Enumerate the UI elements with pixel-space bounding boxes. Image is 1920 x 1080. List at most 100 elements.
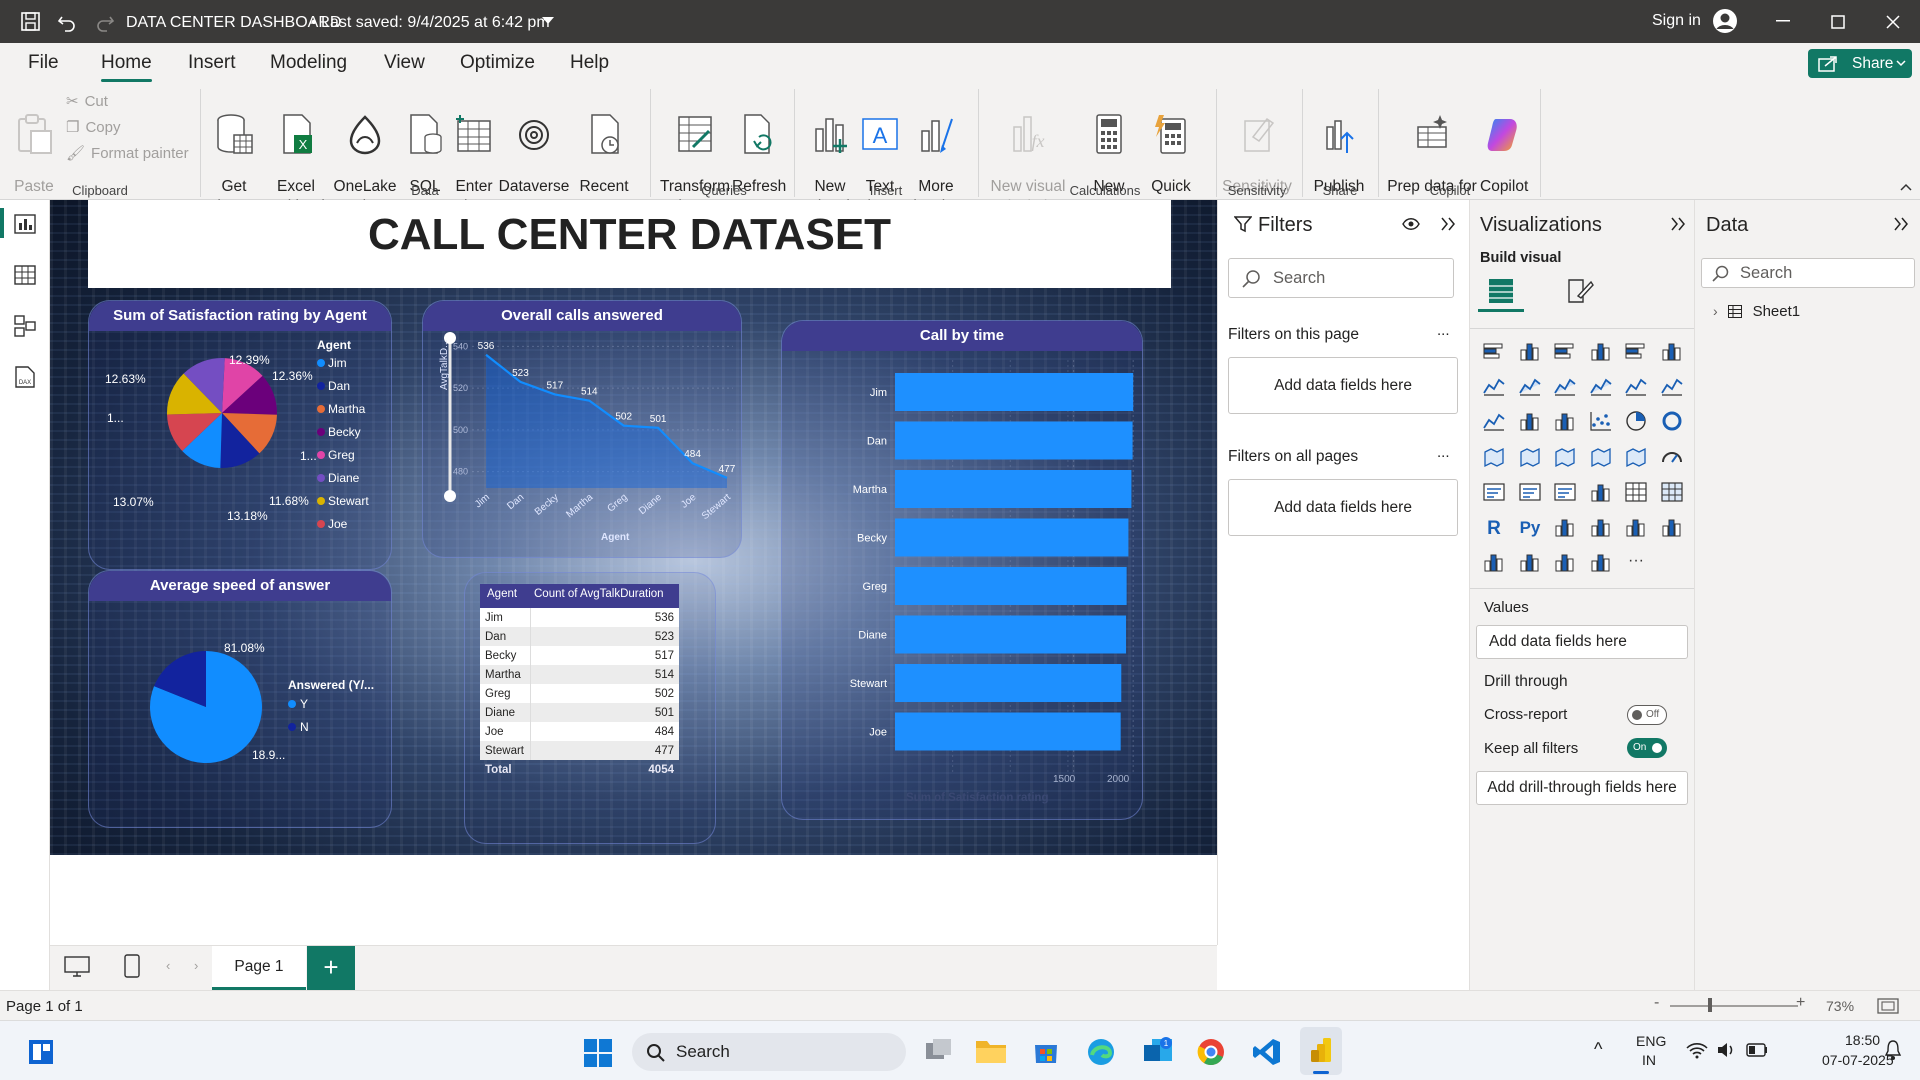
bar-jim[interactable] (895, 373, 1134, 411)
power-automate-icon[interactable] (1589, 551, 1613, 573)
100-stacked-bar-icon[interactable] (1624, 340, 1648, 362)
new-visual-button[interactable]: New visual (804, 93, 856, 217)
drill-through-drop-well[interactable]: Add drill-through fields here (1476, 771, 1688, 805)
gauge-icon[interactable] (1660, 446, 1684, 468)
col-header-agent[interactable]: Agent (480, 584, 530, 608)
menu-optimize[interactable]: Optimize (460, 52, 535, 74)
legend-item-jim[interactable]: Jim (317, 356, 369, 379)
maximize-icon[interactable] (1831, 15, 1845, 29)
bar-dan[interactable] (895, 421, 1133, 460)
line-icon[interactable] (1482, 375, 1506, 397)
new-measure-button[interactable]: New measure (1078, 93, 1140, 217)
smart-narrative-icon[interactable] (1660, 516, 1684, 538)
enter-data-button[interactable]: Enter data (450, 93, 498, 217)
next-page-icon[interactable]: › (194, 958, 198, 973)
values-drop-well[interactable]: Add data fields here (1476, 625, 1688, 659)
outlook-icon[interactable]: 1 (1142, 1035, 1174, 1067)
keep-filters-toggle[interactable]: On (1627, 738, 1667, 758)
store-icon[interactable] (1032, 1037, 1060, 1065)
cut-button[interactable]: ✂ Cut (66, 92, 108, 110)
language-code[interactable]: ENG (1636, 1033, 1666, 1049)
matrix-icon[interactable] (1660, 481, 1684, 503)
area-icon[interactable] (1518, 375, 1542, 397)
decomposition-tree-icon[interactable] (1589, 516, 1613, 538)
get-data-button[interactable]: Get data ˅ (206, 93, 262, 217)
clock-time[interactable]: 18:50 (1845, 1032, 1880, 1048)
treemap-icon[interactable] (1482, 446, 1506, 468)
legend-item-n[interactable]: N (288, 720, 309, 743)
stacked-area-icon[interactable] (1553, 375, 1577, 397)
chrome-icon[interactable] (1196, 1037, 1226, 1067)
more-options-icon[interactable]: ... (1437, 322, 1450, 339)
add-page-button[interactable]: + (307, 946, 355, 990)
table-sheet1[interactable]: › Sheet1 (1713, 303, 1800, 325)
bar-greg[interactable] (895, 567, 1127, 605)
menu-view[interactable]: View (384, 52, 425, 74)
notification-bell-icon[interactable] (1884, 1039, 1902, 1061)
tray-chevron-icon[interactable]: ^ (1594, 1039, 1602, 1060)
edge-icon[interactable] (1086, 1037, 1116, 1067)
close-icon[interactable] (1886, 15, 1900, 29)
power-bi-taskbar-button[interactable] (1300, 1027, 1342, 1075)
report-view-icon[interactable] (14, 214, 36, 234)
power-apps-icon[interactable] (1553, 551, 1577, 573)
table-row[interactable]: Becky 517 (480, 646, 679, 665)
minimize-icon[interactable] (1776, 20, 1790, 22)
filters-search-input[interactable]: Search (1228, 258, 1454, 298)
prep-data-ai-button[interactable]: Prep data for AI (1384, 93, 1480, 217)
card-icon[interactable] (1482, 481, 1506, 503)
agent-table[interactable]: Agent Count of AvgTalkDuration Jim 536 Dan… (480, 584, 679, 780)
bar-joe[interactable] (895, 712, 1121, 751)
zoom-out-button[interactable]: - (1654, 994, 1659, 1012)
scatter-icon[interactable] (1589, 410, 1613, 432)
python-script-icon[interactable]: Py (1518, 516, 1542, 538)
dataverse-button[interactable]: Dataverse (498, 93, 570, 197)
col-header-count[interactable]: Count of AvgTalkDuration (530, 584, 679, 608)
widgets-icon[interactable] (28, 1039, 54, 1065)
menu-modeling[interactable]: Modeling (270, 52, 347, 74)
zoom-in-button[interactable]: + (1796, 994, 1805, 1012)
collapse-pane-icon[interactable] (1670, 216, 1686, 232)
table-row[interactable]: Joe 484 (480, 722, 679, 741)
model-view-icon[interactable] (14, 315, 36, 337)
zoom-slider-thumb[interactable] (1708, 998, 1712, 1012)
stacked-bar-icon[interactable] (1482, 340, 1506, 362)
windows-start-icon[interactable] (584, 1039, 612, 1067)
legend-item-martha[interactable]: Martha (317, 402, 369, 425)
clock-date[interactable]: 07-07-2025 (1822, 1052, 1894, 1068)
ribbon-icon[interactable] (1482, 410, 1506, 432)
legend-item-diane[interactable]: Diane (317, 471, 369, 494)
clustered-column-icon[interactable] (1589, 340, 1613, 362)
table-view-icon[interactable] (14, 265, 36, 285)
chevron-down-icon[interactable] (542, 17, 554, 25)
copy-button[interactable]: ❐ Copy (66, 118, 120, 136)
table-row[interactable]: Diane 501 (480, 703, 679, 722)
collapse-pane-icon[interactable] (1440, 216, 1456, 232)
legend-item-y[interactable]: Y (288, 697, 309, 720)
sql-server-button[interactable]: SQL Server (400, 93, 450, 217)
filled-map-icon[interactable] (1553, 446, 1577, 468)
account-icon[interactable] (1712, 8, 1738, 34)
build-visual-tab[interactable] (1478, 272, 1524, 312)
table-row[interactable]: Dan 523 (480, 627, 679, 646)
table-row[interactable]: Greg 502 (480, 684, 679, 703)
donut-icon[interactable] (1660, 410, 1684, 432)
slicer-icon[interactable] (1589, 481, 1613, 503)
save-icon[interactable] (20, 11, 42, 33)
vscode-icon[interactable] (1252, 1037, 1282, 1067)
collapse-pane-icon[interactable] (1893, 216, 1909, 232)
quick-measure-button[interactable]: Quick measure (1140, 93, 1202, 217)
bar-becky[interactable] (895, 518, 1129, 557)
format-visual-icon[interactable] (1566, 276, 1594, 306)
more-options-icon[interactable]: ... (1437, 444, 1450, 461)
menu-home[interactable]: Home (101, 52, 152, 82)
taskbar-search[interactable]: Search (632, 1033, 906, 1071)
page-tab-1[interactable]: Page 1 (212, 946, 306, 990)
paginated-report-icon[interactable] (1518, 551, 1542, 573)
legend-item-joe[interactable]: Joe (317, 517, 369, 540)
refresh-button[interactable]: Refresh (732, 93, 786, 197)
multi-row-card-icon[interactable] (1518, 481, 1542, 503)
collapse-ribbon-icon[interactable] (1900, 183, 1912, 191)
bar-martha[interactable] (895, 470, 1132, 508)
r-script-icon[interactable]: R (1482, 516, 1506, 538)
